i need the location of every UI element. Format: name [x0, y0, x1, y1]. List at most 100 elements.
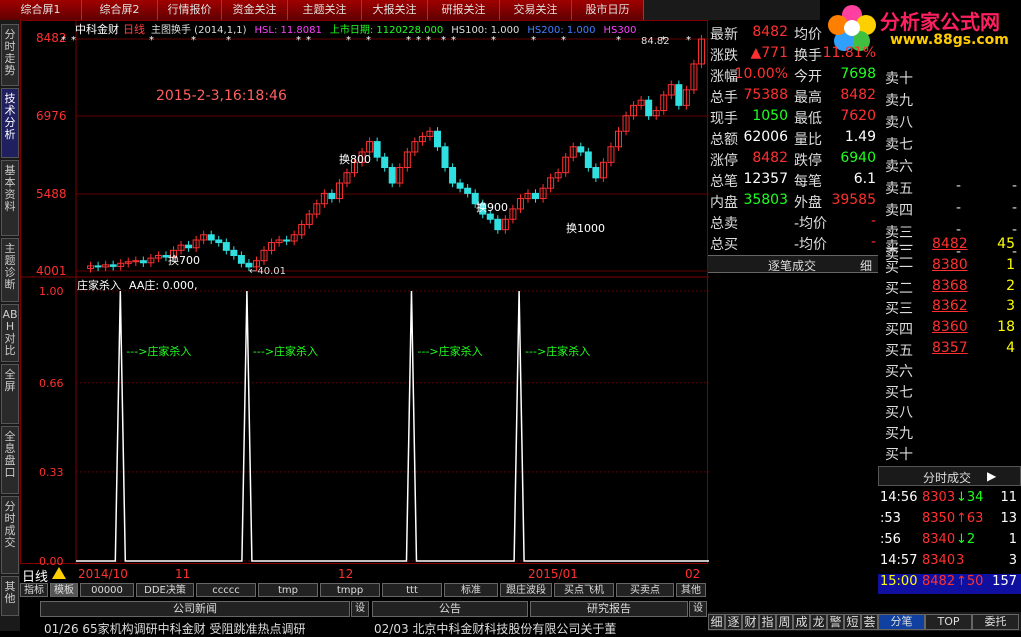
news-item-1[interactable]: 01/26 65家机构调研中科金财 受阻跳准热点调研 [44, 620, 370, 637]
indicator-tab-11[interactable]: 买卖点 [616, 583, 674, 597]
zhubi-label: 逐笔成交 [768, 259, 817, 273]
indicator-tab-3[interactable]: DDE决策 [136, 583, 194, 597]
sell-row[interactable]: 卖六 [880, 156, 1021, 177]
tick-vol: 1 [1008, 532, 1017, 547]
side-tab-3[interactable]: 主题诊断 [1, 238, 19, 302]
buy-vol: 3 [1006, 298, 1015, 315]
buy-row[interactable]: 买七 [880, 382, 1021, 403]
zhubi-button[interactable]: 细 [860, 257, 872, 274]
indicator-tab-7[interactable]: ttt [382, 583, 442, 597]
right-tab-5[interactable]: 成 [793, 614, 810, 630]
indicator-tab-2[interactable]: 00000 [80, 583, 134, 597]
indicator-tab-6[interactable]: tmpp [320, 583, 380, 597]
tick-price: 8340 [922, 532, 956, 547]
candle-body [675, 84, 683, 106]
bottom-right-tab-1[interactable]: TOP [925, 614, 972, 630]
quote-label-2: 量比 [794, 132, 822, 148]
top-tab-6[interactable]: 研报关注 [428, 0, 500, 20]
right-tab-8[interactable]: 短 [844, 614, 861, 630]
company-news-tab[interactable]: 公司新闻 [40, 601, 350, 617]
sell-row[interactable]: 卖七 [880, 134, 1021, 155]
quote-label-2: 跌停 [794, 153, 822, 169]
candle-body [222, 242, 230, 251]
header-item-1: 上市日期: 1120228.000 [329, 25, 444, 36]
buy-row[interactable]: 买二 8368 2 [880, 278, 1021, 299]
indicator-tab-5[interactable]: tmp [258, 583, 318, 597]
top-tab-2[interactable]: 行情报价 [158, 0, 222, 20]
side-tab-0[interactable]: 分时走势 [1, 24, 19, 86]
top-tab-5[interactable]: 大报关注 [362, 0, 428, 20]
chart-area[interactable]: 8482 6976 5488 4001 84.82 ←40.01 2015-2-3,16:1… [20, 20, 709, 565]
indicator-tab-10[interactable]: 买点飞机 [554, 583, 614, 597]
top-tab-7[interactable]: 交易关注 [500, 0, 572, 20]
buy-row[interactable]: 买三 8362 3 [880, 298, 1021, 319]
indicator-tab-0[interactable]: 指标 [20, 583, 48, 597]
right-tab-3[interactable]: 指 [759, 614, 776, 630]
buy-row[interactable]: 买四 8360 18 [880, 319, 1021, 340]
buy-row[interactable]: 买五 8357 4 [880, 340, 1021, 361]
news-set-button[interactable]: 设 [351, 601, 369, 617]
indicator-tab-12[interactable]: 其他 [676, 583, 706, 597]
buy-row[interactable]: 买八 [880, 402, 1021, 423]
quote-value-2: 1.49 [844, 129, 876, 145]
month-label-4: 02 [685, 567, 701, 581]
side-tab-8[interactable]: 其他 [1, 576, 19, 616]
sell-row[interactable]: 卖五 - - [880, 178, 1021, 199]
top-tab-0[interactable]: 综合屏1 [0, 0, 82, 20]
news-item-2[interactable]: 02/03 北京中科金财科技股份有限公司关于董 [374, 620, 704, 637]
buy-label: 卖一 [885, 239, 913, 255]
top-tab-8[interactable]: 股市日历 [572, 0, 644, 20]
right-tab-1[interactable]: 逐 [725, 614, 742, 630]
buy-row[interactable]: 买十 [880, 444, 1021, 465]
candle-body [94, 265, 102, 268]
ticks-header[interactable]: 分时成交 ▶ [878, 466, 1021, 486]
candle-body [464, 187, 472, 194]
indicator-tab-4[interactable]: ccccc [196, 583, 256, 597]
sell-row[interactable]: 卖四 - - [880, 200, 1021, 221]
report-tab[interactable]: 研究报告 [530, 601, 688, 617]
right-tab-6[interactable]: 龙 [810, 614, 827, 630]
indicator-tab-9[interactable]: 跟庄波段 [500, 583, 552, 597]
quote-value: ▲771 [750, 45, 789, 61]
sell-row[interactable]: 卖八 [880, 112, 1021, 133]
side-tab-5[interactable]: 全屏 [1, 364, 19, 424]
indicator-tab-1[interactable]: 模板 [50, 583, 78, 597]
right-tab-0[interactable]: 细 [708, 614, 725, 630]
sell-row[interactable]: 卖十 [880, 68, 1021, 89]
top-tab-4[interactable]: 主题关注 [288, 0, 362, 20]
quote-label: 总笔 [710, 174, 738, 190]
quote-row: 涨停 8482 跌停 6940 [708, 150, 878, 172]
side-tab-2[interactable]: 基本资料 [1, 160, 19, 236]
right-tab-4[interactable]: 周 [776, 614, 793, 630]
quote-value-2: 11.81% [822, 45, 876, 61]
sell-row[interactable]: 卖九 [880, 90, 1021, 111]
buy-row[interactable]: 买九 [880, 423, 1021, 444]
notice-tab[interactable]: 公告 [372, 601, 528, 617]
zhubi-bar[interactable]: 逐笔成交 细 [708, 255, 878, 273]
buy-label: 买四 [885, 322, 913, 339]
candle-body [441, 146, 449, 169]
quote-label: 总手 [710, 90, 738, 106]
bottom-right-tab-2[interactable]: 委托 [972, 614, 1019, 630]
top-tab-3[interactable]: 资金关注 [222, 0, 288, 20]
buy-label: 买八 [885, 405, 913, 422]
buy-row[interactable]: 买一 8380 1 [880, 257, 1021, 278]
indicator-tab-8[interactable]: 标准 [444, 583, 498, 597]
side-tab-1[interactable]: 技术分析 [1, 88, 19, 158]
right-tab-9[interactable]: 荟 [861, 614, 878, 630]
quote-value: 62006 [743, 129, 788, 145]
side-tab-7[interactable]: 分时成交 [1, 496, 19, 574]
top-tab-1[interactable]: 综合屏2 [82, 0, 158, 20]
side-tab-6[interactable]: 全息盘口 [1, 426, 19, 494]
side-tab-4[interactable]: ABH对比 [1, 304, 19, 362]
right-tab-2[interactable]: 财 [742, 614, 759, 630]
report-set-button[interactable]: 设 [689, 601, 707, 617]
header-item-4: HS300 [603, 25, 637, 36]
star-marker: * [296, 35, 301, 46]
star-marker: * [616, 35, 621, 46]
buy-row[interactable]: 卖一 8482 45 [880, 236, 1021, 257]
buy-row[interactable]: 买六 [880, 361, 1021, 382]
right-tab-7[interactable]: 警 [827, 614, 844, 630]
bottom-right-tab-0[interactable]: 分笔 [878, 614, 925, 630]
quote-label-2: -均价 [794, 216, 828, 232]
